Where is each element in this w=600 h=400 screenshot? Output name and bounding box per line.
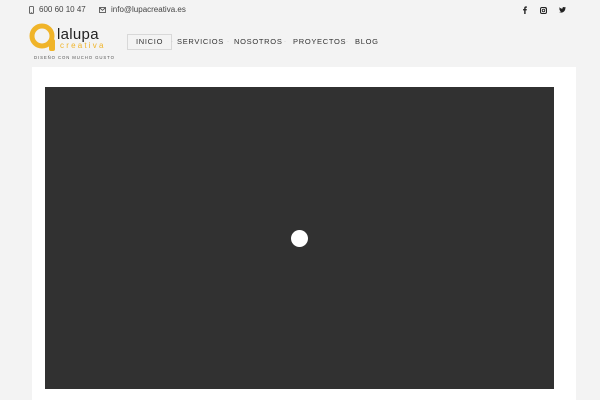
- phone-icon: [29, 5, 34, 14]
- email-contact[interactable]: info@lupacreativa.es: [99, 5, 186, 14]
- nav-item-servicios[interactable]: SERVICIOS: [169, 34, 232, 50]
- top-bar: 600 60 10 47 info@lupacreativa.es: [0, 0, 600, 20]
- envelope-icon: [99, 6, 106, 13]
- email-address: info@lupacreativa.es: [111, 5, 186, 14]
- instagram-icon[interactable]: [538, 5, 548, 15]
- nav-item-inicio[interactable]: INICIO: [127, 34, 173, 50]
- nav-item-nosotros[interactable]: NOSOTROS: [226, 34, 291, 50]
- logo-wordmark: lalupa: [57, 26, 99, 43]
- logo-subtitle: creativa: [60, 41, 106, 50]
- phone-contact[interactable]: 600 60 10 47: [29, 5, 86, 14]
- nav-item-proyectos[interactable]: PROYECTOS: [285, 34, 354, 50]
- logo-tagline: DISEÑO CON MUCHO GUSTO: [34, 55, 115, 60]
- loading-spinner: [291, 230, 308, 247]
- phone-number: 600 60 10 47: [39, 5, 86, 14]
- brand-logo[interactable]: lalupa creativa DISEÑO CON MUCHO GUSTO: [29, 23, 119, 63]
- facebook-icon[interactable]: [520, 5, 530, 15]
- nav-item-blog[interactable]: BLOG: [347, 34, 387, 50]
- twitter-icon[interactable]: [557, 5, 567, 15]
